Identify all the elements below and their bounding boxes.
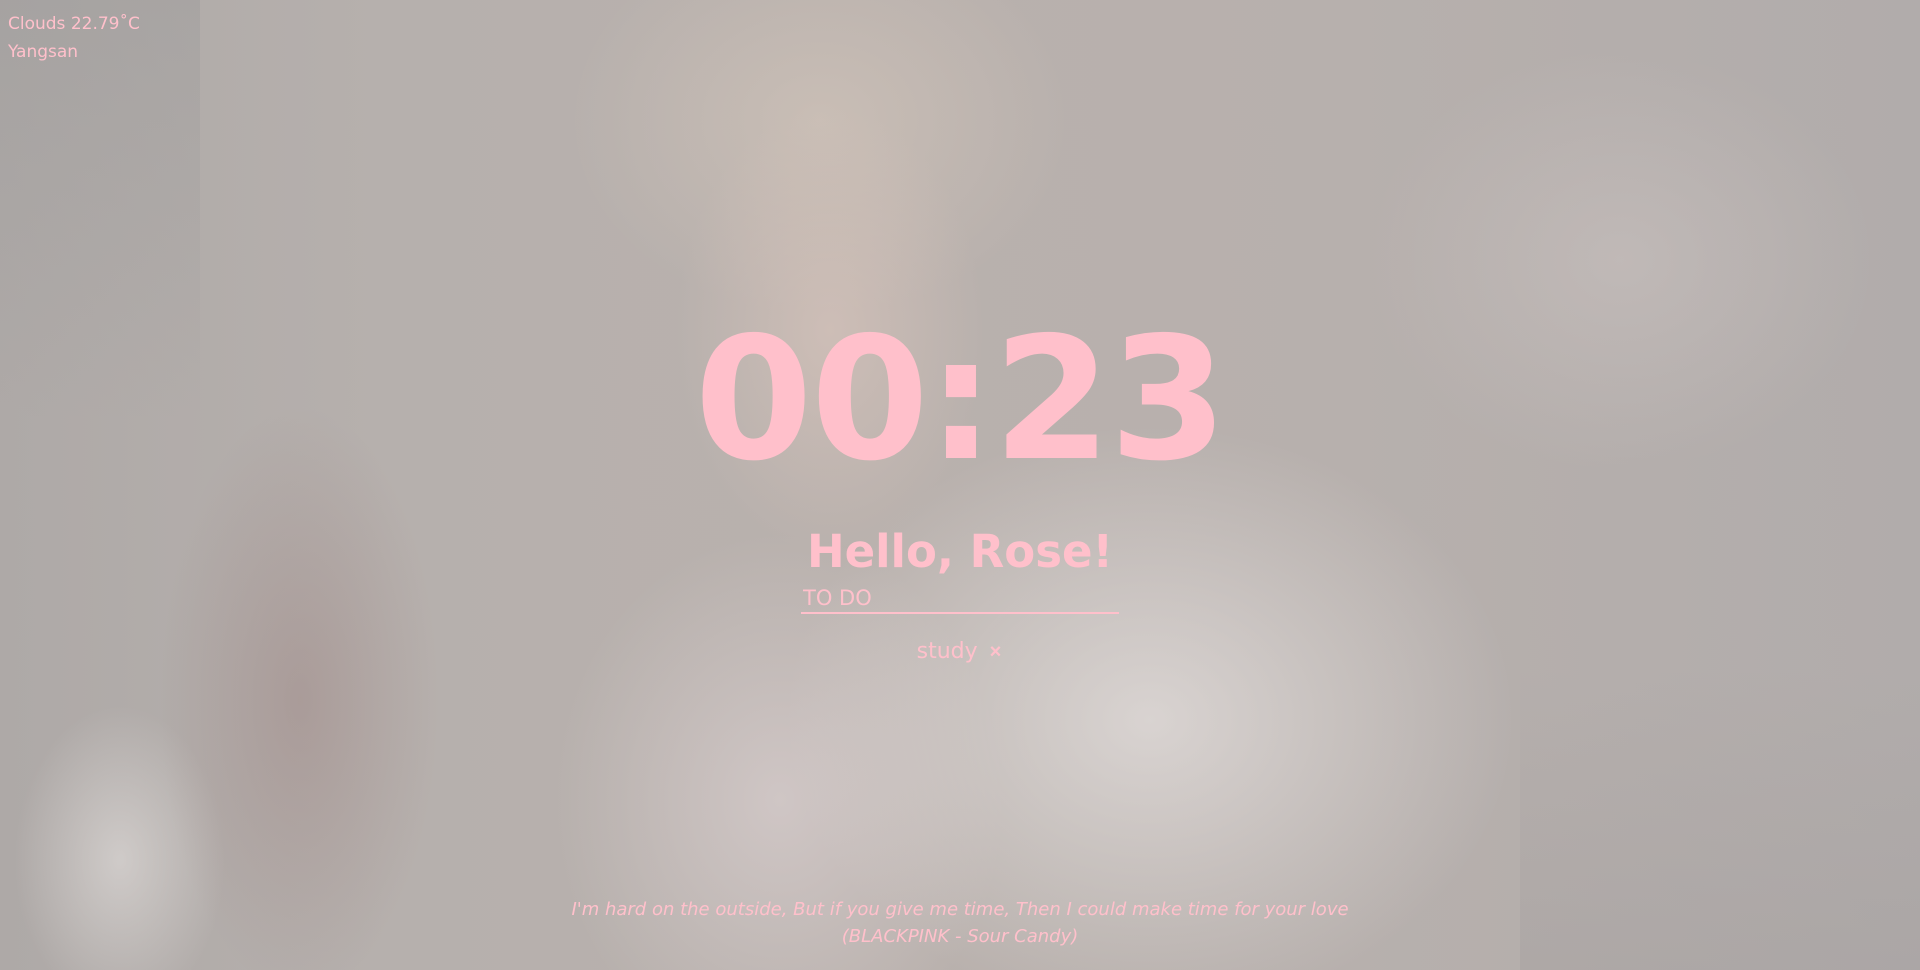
todo-item: study × [0, 632, 1920, 672]
clock: 00:23 [694, 301, 1227, 499]
todo-form [801, 580, 1119, 614]
todo-input[interactable] [801, 580, 1119, 614]
todo-item-text: study [916, 639, 978, 664]
quote: I'm hard on the outside, But if you give… [0, 896, 1920, 950]
weather-condition-temp: Clouds 22.79˚C [8, 14, 140, 34]
main-panel: 00:23 Hello, Rose! study × [0, 300, 1920, 672]
greeting: Hello, Rose! [806, 525, 1114, 578]
quote-author: (BLACKPINK - Sour Candy) [841, 926, 1079, 947]
weather-widget: Clouds 22.79˚C Yangsan [8, 10, 140, 66]
weather-city: Yangsan [8, 42, 79, 62]
todo-list: study × [0, 632, 1920, 672]
app-screen: Clouds 22.79˚C Yangsan 00:23 Hello, Rose… [0, 0, 1920, 970]
quote-text: I'm hard on the outside, But if you give… [571, 899, 1349, 920]
delete-todo-button[interactable]: × [988, 641, 1004, 664]
